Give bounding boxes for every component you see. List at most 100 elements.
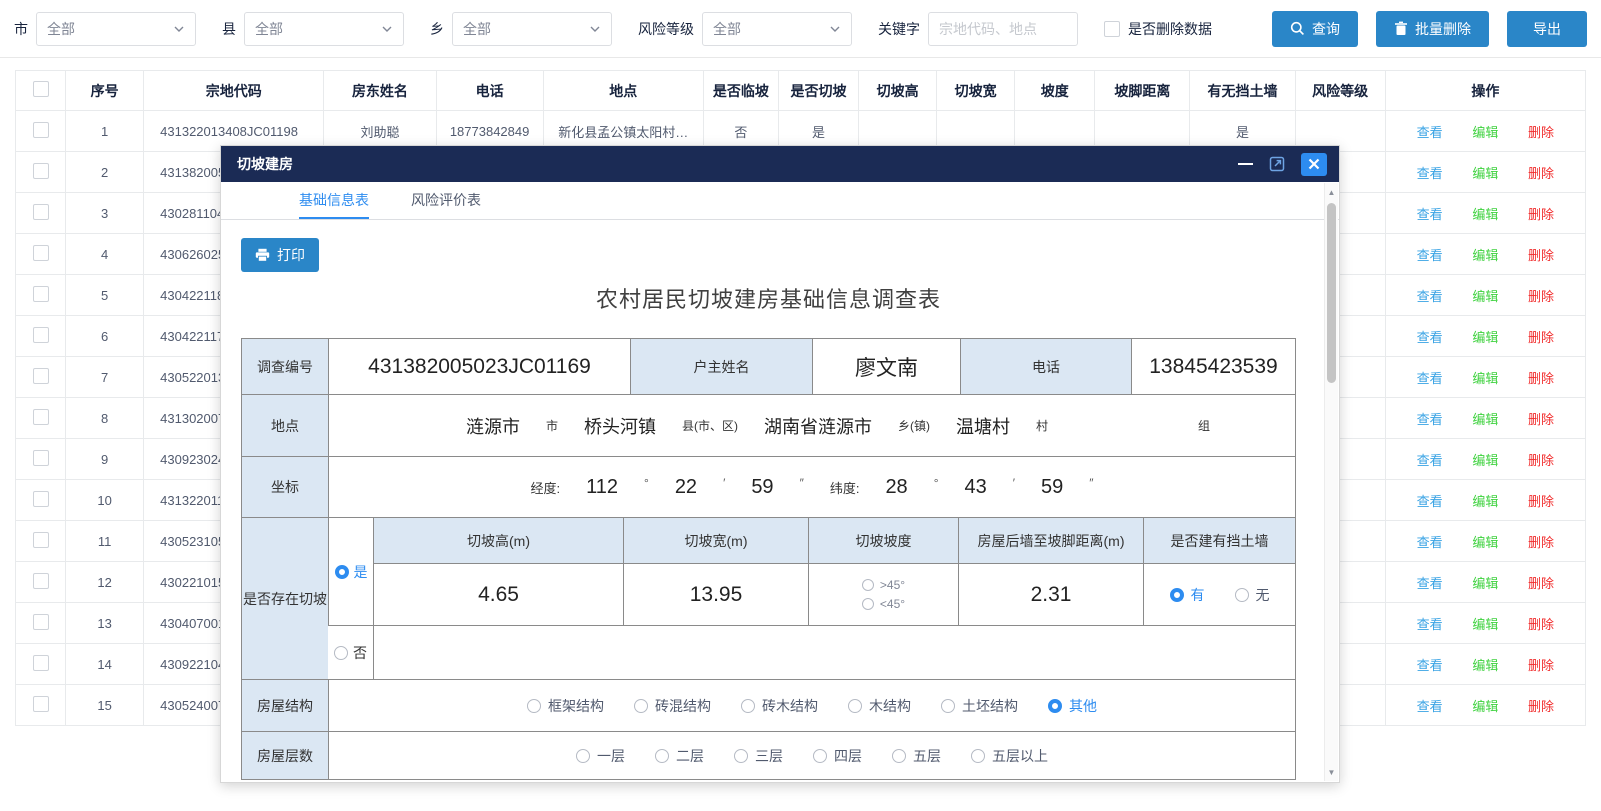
radio-option[interactable]: 木结构	[848, 696, 911, 716]
scroll-down-arrow[interactable]: ▼	[1325, 765, 1338, 779]
edit-link[interactable]: 编辑	[1472, 576, 1498, 591]
view-link[interactable]: 查看	[1417, 207, 1443, 222]
row-checkbox[interactable]	[33, 614, 49, 630]
radio-option[interactable]: >45°	[862, 578, 905, 592]
print-button[interactable]: 打印	[241, 238, 319, 272]
edit-link[interactable]: 编辑	[1472, 125, 1498, 140]
keyword-filter: 关键字	[878, 12, 1078, 46]
radio-option[interactable]: 有	[1170, 585, 1205, 605]
row-checkbox[interactable]	[33, 491, 49, 507]
delete-link[interactable]: 删除	[1528, 617, 1554, 632]
view-link[interactable]: 查看	[1417, 248, 1443, 263]
view-link[interactable]: 查看	[1417, 166, 1443, 181]
edit-link[interactable]: 编辑	[1472, 371, 1498, 386]
view-link[interactable]: 查看	[1417, 371, 1443, 386]
row-checkbox[interactable]	[33, 450, 49, 466]
view-link[interactable]: 查看	[1417, 535, 1443, 550]
row-checkbox[interactable]	[33, 245, 49, 261]
delete-link[interactable]: 删除	[1528, 166, 1554, 181]
edit-link[interactable]: 编辑	[1472, 207, 1498, 222]
city-select[interactable]: 全部	[36, 12, 196, 46]
radio-option[interactable]: 五层以上	[971, 746, 1048, 766]
delete-link[interactable]: 删除	[1528, 453, 1554, 468]
row-checkbox[interactable]	[33, 696, 49, 712]
close-icon[interactable]	[1301, 153, 1327, 176]
row-checkbox[interactable]	[33, 327, 49, 343]
radio-icon	[1170, 588, 1184, 602]
edit-link[interactable]: 编辑	[1472, 494, 1498, 509]
township-select[interactable]: 全部	[452, 12, 612, 46]
view-link[interactable]: 查看	[1417, 330, 1443, 345]
radio-option[interactable]: <45°	[862, 597, 905, 611]
radio-option[interactable]: 土坯结构	[941, 696, 1018, 716]
slope-no-option[interactable]: 否	[328, 626, 373, 679]
radio-option[interactable]: 砖混结构	[634, 696, 711, 716]
edit-link[interactable]: 编辑	[1472, 289, 1498, 304]
delete-link[interactable]: 删除	[1528, 330, 1554, 345]
view-link[interactable]: 查看	[1417, 412, 1443, 427]
tab-basic-info[interactable]: 基础信息表	[299, 182, 369, 219]
county-select[interactable]: 全部	[244, 12, 404, 46]
view-link[interactable]: 查看	[1417, 125, 1443, 140]
delete-link[interactable]: 删除	[1528, 289, 1554, 304]
row-checkbox[interactable]	[33, 163, 49, 179]
radio-option[interactable]: 三层	[734, 746, 783, 766]
edit-link[interactable]: 编辑	[1472, 535, 1498, 550]
radio-option[interactable]: 无	[1235, 585, 1270, 605]
row-checkbox[interactable]	[33, 573, 49, 589]
edit-link[interactable]: 编辑	[1472, 248, 1498, 263]
view-link[interactable]: 查看	[1417, 658, 1443, 673]
row-checkbox[interactable]	[33, 409, 49, 425]
row-checkbox[interactable]	[33, 655, 49, 671]
radio-option[interactable]: 其他	[1048, 696, 1097, 716]
view-link[interactable]: 查看	[1417, 576, 1443, 591]
scroll-up-arrow[interactable]: ▲	[1325, 185, 1338, 199]
minimize-icon[interactable]	[1238, 163, 1253, 165]
slope-yes-option[interactable]: 是	[328, 518, 373, 625]
delete-link[interactable]: 删除	[1528, 576, 1554, 591]
row-checkbox[interactable]	[33, 368, 49, 384]
keyword-input[interactable]	[928, 12, 1078, 46]
edit-link[interactable]: 编辑	[1472, 412, 1498, 427]
view-link[interactable]: 查看	[1417, 453, 1443, 468]
delete-link[interactable]: 删除	[1528, 535, 1554, 550]
edit-link[interactable]: 编辑	[1472, 617, 1498, 632]
maximize-icon[interactable]	[1269, 156, 1285, 172]
delete-link[interactable]: 删除	[1528, 658, 1554, 673]
deleted-data-checkbox[interactable]	[1104, 21, 1120, 37]
view-link[interactable]: 查看	[1417, 699, 1443, 714]
view-link[interactable]: 查看	[1417, 617, 1443, 632]
row-checkbox[interactable]	[33, 204, 49, 220]
delete-link[interactable]: 删除	[1528, 412, 1554, 427]
view-link[interactable]: 查看	[1417, 289, 1443, 304]
select-all-checkbox[interactable]	[33, 81, 49, 97]
radio-option[interactable]: 五层	[892, 746, 941, 766]
radio-option[interactable]: 框架结构	[527, 696, 604, 716]
delete-link[interactable]: 删除	[1528, 125, 1554, 140]
row-checkbox[interactable]	[33, 532, 49, 548]
delete-link[interactable]: 删除	[1528, 248, 1554, 263]
edit-link[interactable]: 编辑	[1472, 453, 1498, 468]
edit-link[interactable]: 编辑	[1472, 166, 1498, 181]
batch-delete-button[interactable]: 批量删除	[1376, 11, 1489, 47]
edit-link[interactable]: 编辑	[1472, 658, 1498, 673]
delete-link[interactable]: 删除	[1528, 371, 1554, 386]
query-button[interactable]: 查询	[1272, 11, 1358, 47]
delete-link[interactable]: 删除	[1528, 494, 1554, 509]
row-checkbox[interactable]	[33, 286, 49, 302]
cell-no: 8	[66, 398, 144, 439]
view-link[interactable]: 查看	[1417, 494, 1443, 509]
risk-level-select[interactable]: 全部	[702, 12, 852, 46]
delete-link[interactable]: 删除	[1528, 699, 1554, 714]
delete-link[interactable]: 删除	[1528, 207, 1554, 222]
radio-option[interactable]: 二层	[655, 746, 704, 766]
export-button[interactable]: 导出	[1507, 11, 1587, 47]
edit-link[interactable]: 编辑	[1472, 699, 1498, 714]
scrollbar-thumb[interactable]	[1327, 203, 1336, 383]
tab-risk-evaluation[interactable]: 风险评价表	[411, 182, 481, 219]
radio-option[interactable]: 砖木结构	[741, 696, 818, 716]
radio-option[interactable]: 一层	[576, 746, 625, 766]
row-checkbox[interactable]	[33, 122, 49, 138]
radio-option[interactable]: 四层	[813, 746, 862, 766]
edit-link[interactable]: 编辑	[1472, 330, 1498, 345]
